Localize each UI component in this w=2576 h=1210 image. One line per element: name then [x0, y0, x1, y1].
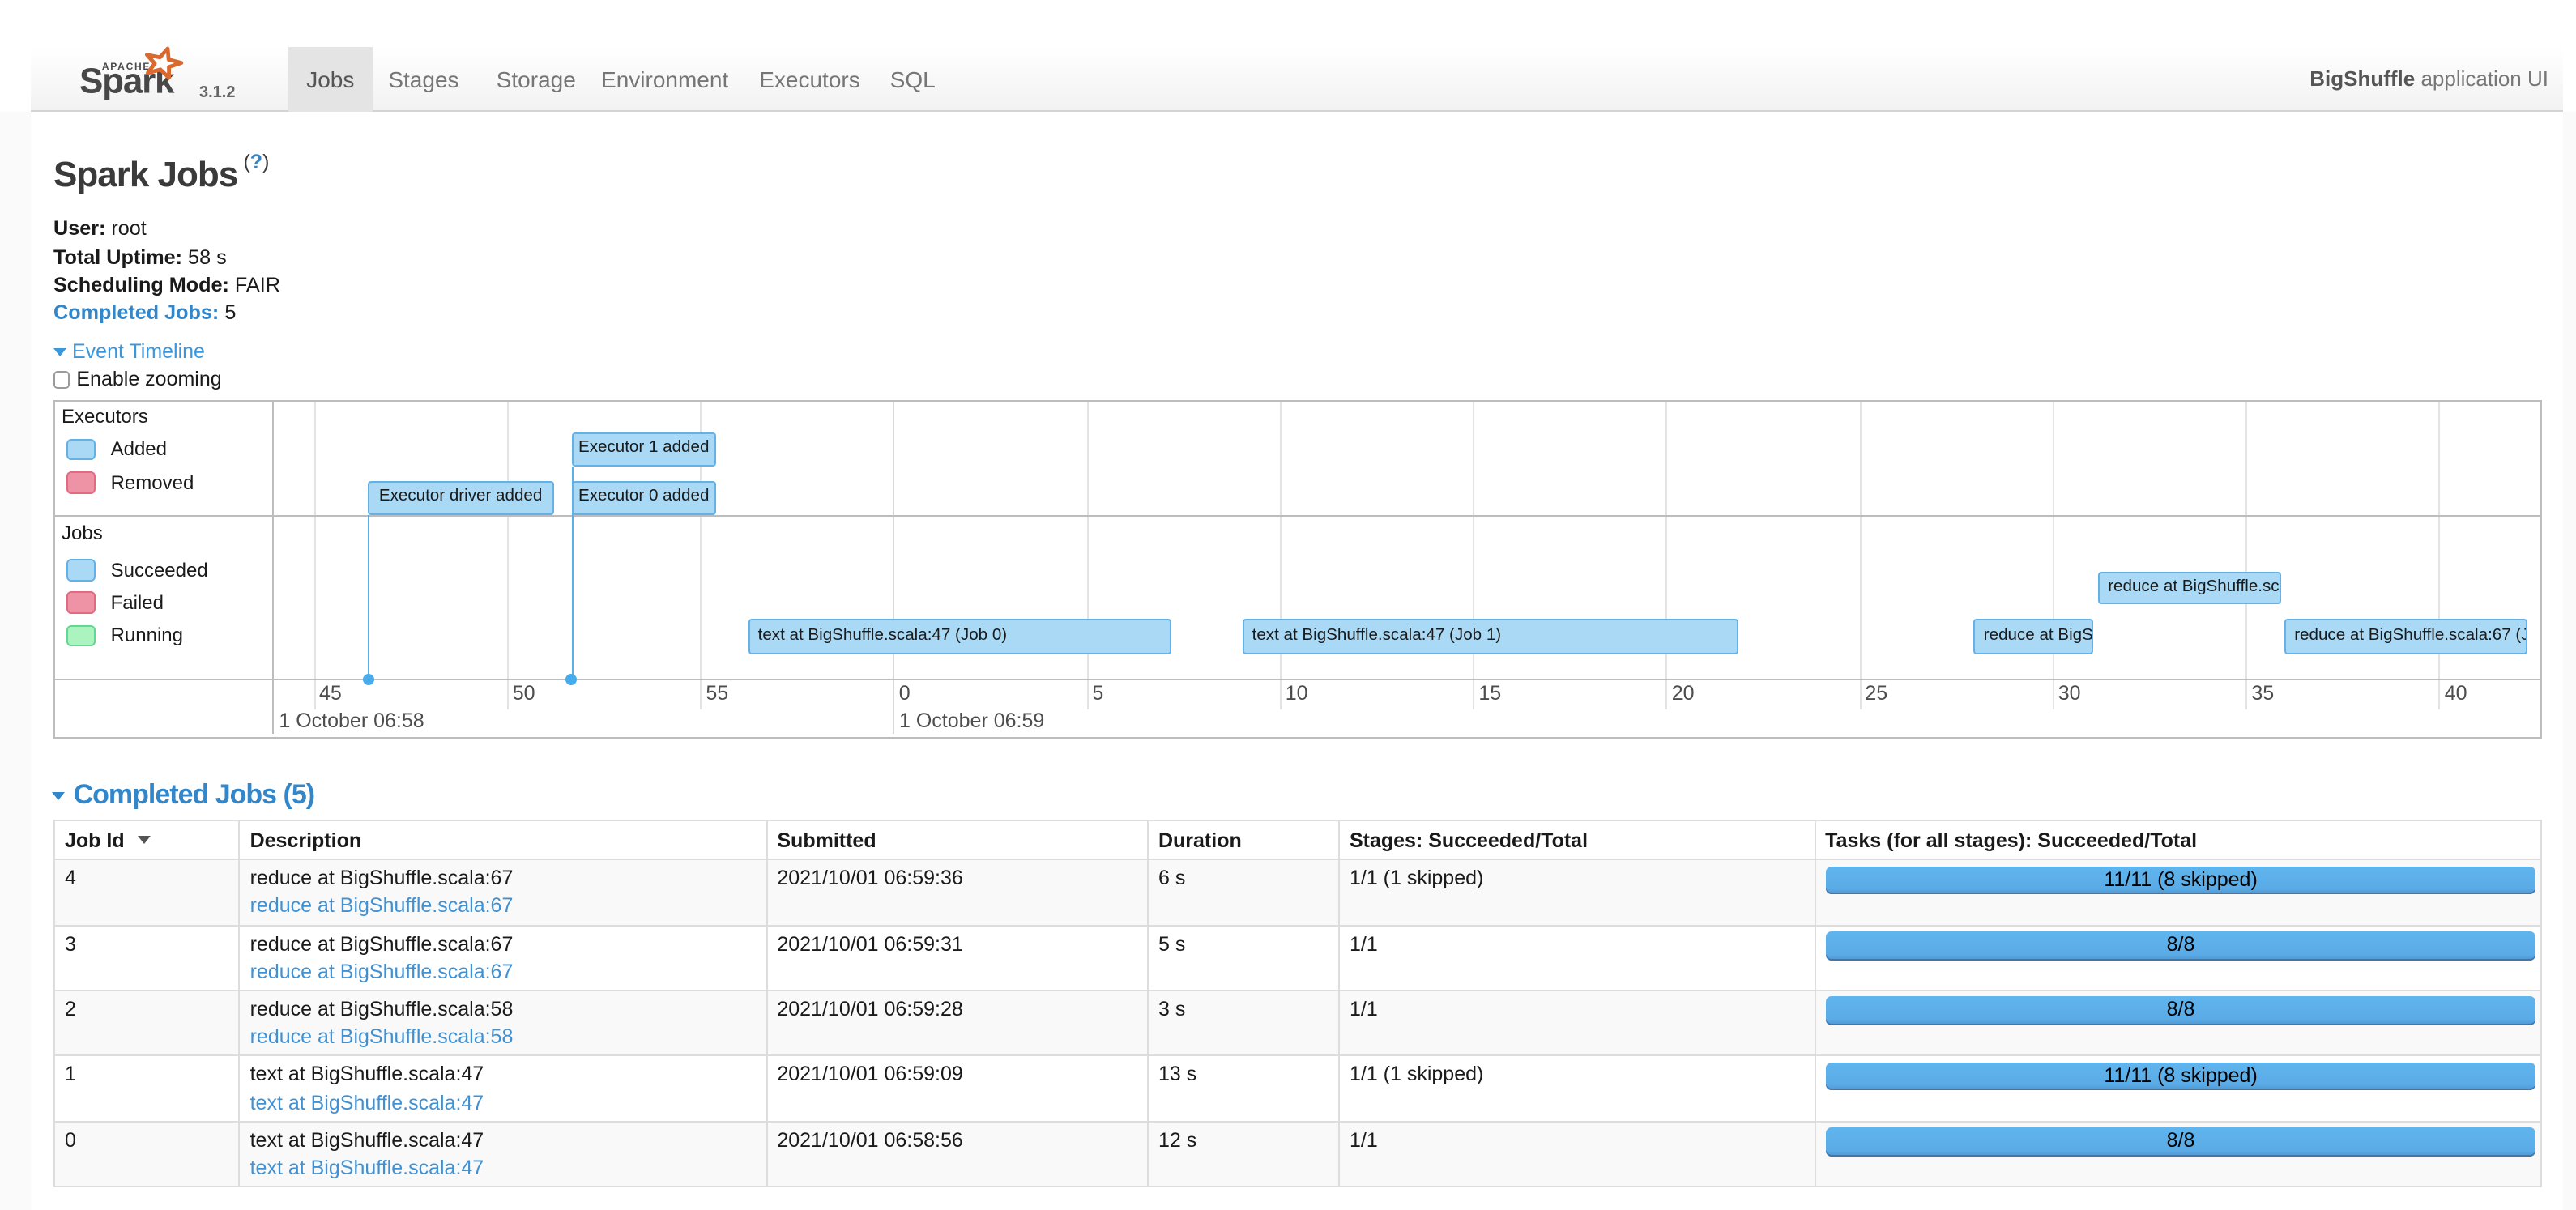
svg-text:APACHE: APACHE [102, 60, 151, 71]
